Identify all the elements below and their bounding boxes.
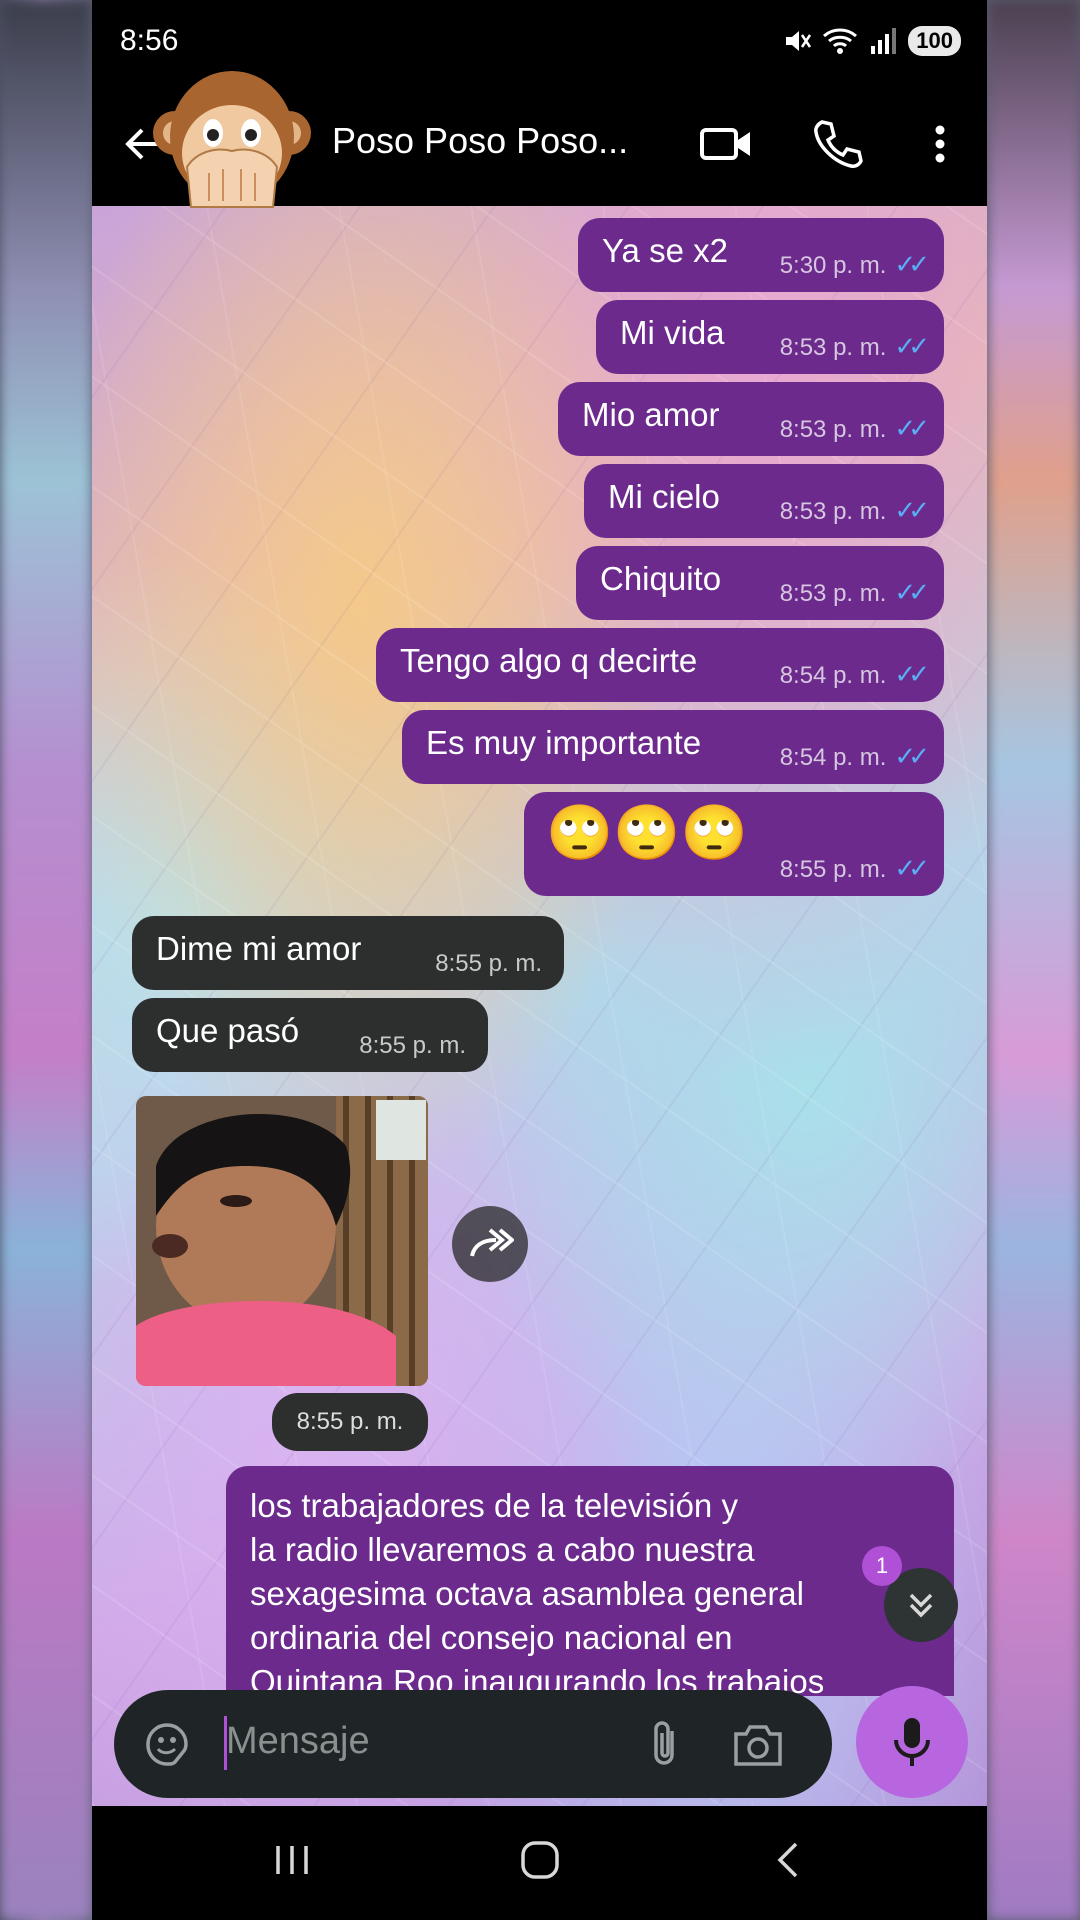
- outgoing-long-message[interactable]: los trabajadores de la televisión y la r…: [226, 1466, 954, 1696]
- forward-icon: [470, 1228, 514, 1257]
- message-input-placeholder[interactable]: Mensaje: [226, 1720, 370, 1763]
- chat-area[interactable]: Ya se x2 5:30 p. m. ✓✓ Mi vida 8:53 p. m.…: [92, 206, 987, 1806]
- status-time: 8:56: [120, 24, 179, 57]
- more-vert-icon[interactable]: [912, 116, 968, 172]
- outgoing-message[interactable]: Es muy importante 8:54 p. m. ✓✓: [402, 710, 944, 784]
- phone-screen: 8:56 100 Poso Poso Poso... Ya se x2 5:30…: [92, 0, 987, 1920]
- battery-indicator: 100: [908, 26, 961, 56]
- forward-button[interactable]: [452, 1206, 528, 1282]
- recents-icon[interactable]: [270, 1838, 314, 1882]
- outgoing-message[interactable]: Mi cielo 8:53 p. m. ✓✓: [584, 464, 944, 538]
- sticker-icon[interactable]: [142, 1719, 192, 1769]
- photo-thumbnail: [136, 1096, 428, 1386]
- message-composer[interactable]: Mensaje: [114, 1690, 832, 1798]
- attach-icon[interactable]: [644, 1717, 684, 1771]
- chat-title[interactable]: Poso Poso Poso...: [332, 120, 628, 162]
- signal-icon: [871, 28, 897, 54]
- read-ticks-icon: ✓✓: [894, 413, 929, 443]
- unread-badge: 1: [862, 1546, 902, 1586]
- read-ticks-icon: ✓✓: [894, 741, 929, 771]
- outgoing-message[interactable]: Ya se x2 5:30 p. m. ✓✓: [578, 218, 944, 292]
- read-ticks-icon: ✓✓: [894, 577, 929, 607]
- nav-back-icon[interactable]: [768, 1838, 812, 1882]
- outgoing-message[interactable]: Mi vida 8:53 p. m. ✓✓: [596, 300, 944, 374]
- mute-icon: [786, 31, 812, 51]
- video-call-icon[interactable]: [698, 116, 754, 172]
- background-blur-right: [988, 0, 1080, 1920]
- read-ticks-icon: ✓✓: [894, 495, 929, 525]
- read-ticks-icon: ✓✓: [894, 331, 929, 361]
- voice-record-button[interactable]: [856, 1686, 968, 1798]
- system-nav-bar: [92, 1808, 987, 1920]
- outgoing-message[interactable]: Tengo algo q decirte 8:54 p. m. ✓✓: [376, 628, 944, 702]
- outgoing-message[interactable]: Mio amor 8:53 p. m. ✓✓: [558, 382, 944, 456]
- mic-icon: [894, 1718, 930, 1766]
- incoming-message[interactable]: Que pasó 8:55 p. m.: [132, 998, 488, 1072]
- double-chevron-down-icon: [909, 1593, 933, 1618]
- home-icon[interactable]: [518, 1838, 562, 1882]
- outgoing-message[interactable]: Chiquito 8:53 p. m. ✓✓: [576, 546, 944, 620]
- wifi-icon: [823, 28, 858, 54]
- background-blur-left: [0, 0, 92, 1920]
- photo-timestamp: 8:55 p. m.: [272, 1393, 428, 1451]
- outgoing-emoji-message[interactable]: 🙄🙄🙄 8:55 p. m. ✓✓: [524, 792, 944, 896]
- camera-icon[interactable]: [732, 1722, 784, 1768]
- photo-message[interactable]: [136, 1096, 428, 1386]
- read-ticks-icon: ✓✓: [894, 659, 929, 689]
- monkey-avatar-icon[interactable]: [147, 55, 317, 225]
- read-ticks-icon: ✓✓: [894, 249, 929, 279]
- read-ticks-icon: ✓✓: [894, 853, 929, 883]
- phone-icon[interactable]: [808, 116, 864, 172]
- incoming-message[interactable]: Dime mi amor 8:55 p. m.: [132, 916, 564, 990]
